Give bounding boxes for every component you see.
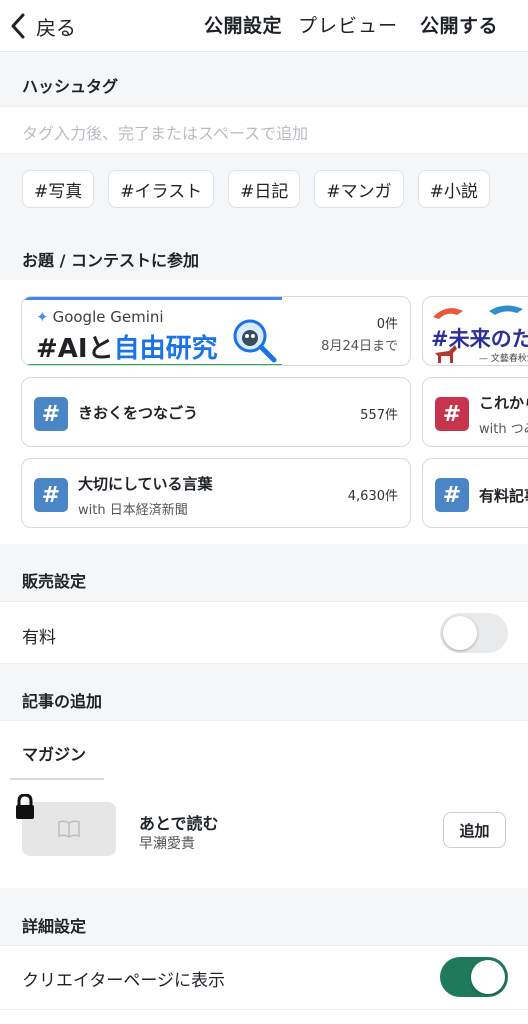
add-to-magazine-button[interactable]: 追加 xyxy=(443,812,506,848)
sales-section-label: 販売設定 xyxy=(22,572,87,591)
hashtag-section-label: ハッシュタグ xyxy=(22,77,119,96)
gemini-headline: #AIと自由研究 xyxy=(36,334,218,364)
bird-illustration-icon xyxy=(433,305,523,319)
paid-label: 有料 xyxy=(22,628,56,648)
creator-page-toggle[interactable] xyxy=(440,957,508,997)
hashtag-icon: # xyxy=(435,478,469,512)
hashtag-chip[interactable]: #日記 xyxy=(228,170,301,208)
contest-deadline: 8月24日まで xyxy=(321,339,398,354)
magazine-thumbnail xyxy=(22,802,116,856)
hashtag-chip[interactable]: #写真 xyxy=(22,170,95,208)
topic-card[interactable]: # きおくをつなごう 557件 xyxy=(21,377,411,447)
hashtag-icon: # xyxy=(435,397,469,431)
lock-icon xyxy=(16,794,34,819)
topic-count: 557件 xyxy=(360,408,398,423)
toggle-knob xyxy=(471,960,505,994)
topic-card[interactable]: # 有料記事 xyxy=(422,458,528,528)
hashtag-chip[interactable]: #イラスト xyxy=(108,170,215,208)
back-button[interactable]: 戻る xyxy=(10,8,76,44)
divider xyxy=(0,1009,528,1010)
horse-icon xyxy=(435,345,457,363)
page-title: 公開設定 xyxy=(204,15,283,37)
magazine-name: あとで読む xyxy=(139,814,219,833)
contest-section-label: お題 / コンテストに参加 xyxy=(22,251,199,270)
gemini-logo: ✦ Google Gemini xyxy=(36,308,164,326)
magazine-owner: 早瀬愛貴 xyxy=(139,836,195,852)
topic-title: 大切にしている言葉 xyxy=(78,475,213,493)
details-section-label: 詳細設定 xyxy=(22,917,87,936)
hashtag-icon: # xyxy=(34,397,68,431)
back-label: 戻る xyxy=(36,15,76,40)
hashtag-icon: # xyxy=(34,478,68,512)
publish-button[interactable]: 公開する xyxy=(420,11,498,38)
topic-title: これから xyxy=(479,394,528,412)
creator-page-label: クリエイターページに表示 xyxy=(22,971,225,991)
gemini-banner: ✦ Google Gemini #AIと自由研究 xyxy=(22,297,282,365)
contest-carousel[interactable]: ✦ Google Gemini #AIと自由研究 0件 8月24日まで #未来のた… xyxy=(0,280,528,544)
contest-banner-card[interactable]: ✦ Google Gemini #AIと自由研究 0件 8月24日まで xyxy=(21,296,411,366)
topic-card[interactable]: # これから with つみ xyxy=(422,377,528,447)
hashtag-input-placeholder: タグ入力後、完了またはスペースで追加 xyxy=(22,124,309,143)
hashtag-input[interactable]: タグ入力後、完了またはスペースで追加 xyxy=(0,106,528,154)
divider xyxy=(10,778,104,780)
topic-card[interactable]: # 大切にしている言葉 with 日本経済新聞 4,630件 xyxy=(21,458,411,528)
sparkle-icon: ✦ xyxy=(36,308,49,326)
creator-page-row: クリエイターページに表示 xyxy=(0,945,528,1024)
contest-banner-sub: — 文藝春秋S xyxy=(479,354,528,364)
paid-row: 有料 xyxy=(0,601,528,664)
book-icon xyxy=(58,820,80,838)
topic-title: 有料記事 xyxy=(479,487,528,505)
hashtag-chip[interactable]: #マンガ xyxy=(314,170,404,208)
topic-title: きおくをつなごう xyxy=(78,404,199,422)
chevron-left-icon xyxy=(11,13,25,39)
toggle-knob xyxy=(443,616,477,650)
top-bar: 戻る 公開設定 プレビュー 公開する xyxy=(0,0,528,52)
preview-button[interactable]: プレビュー xyxy=(298,11,398,38)
hashtag-suggestions: #写真 #イラスト #日記 #マンガ #小説 xyxy=(22,170,490,208)
topic-sponsor: with つみ xyxy=(479,422,528,437)
paid-toggle[interactable] xyxy=(440,613,508,653)
contest-banner-card[interactable]: #未来のた — 文藝春秋S xyxy=(422,296,528,366)
hashtag-chip[interactable]: #小説 xyxy=(417,170,490,208)
article-add-section-label: 記事の追加 xyxy=(22,692,103,711)
topic-count: 4,630件 xyxy=(347,489,398,504)
topic-sponsor: with 日本経済新聞 xyxy=(78,503,188,518)
magnifier-robot-icon xyxy=(233,319,277,363)
magazine-label: マガジン xyxy=(22,745,87,764)
contest-count: 0件 xyxy=(376,317,398,332)
